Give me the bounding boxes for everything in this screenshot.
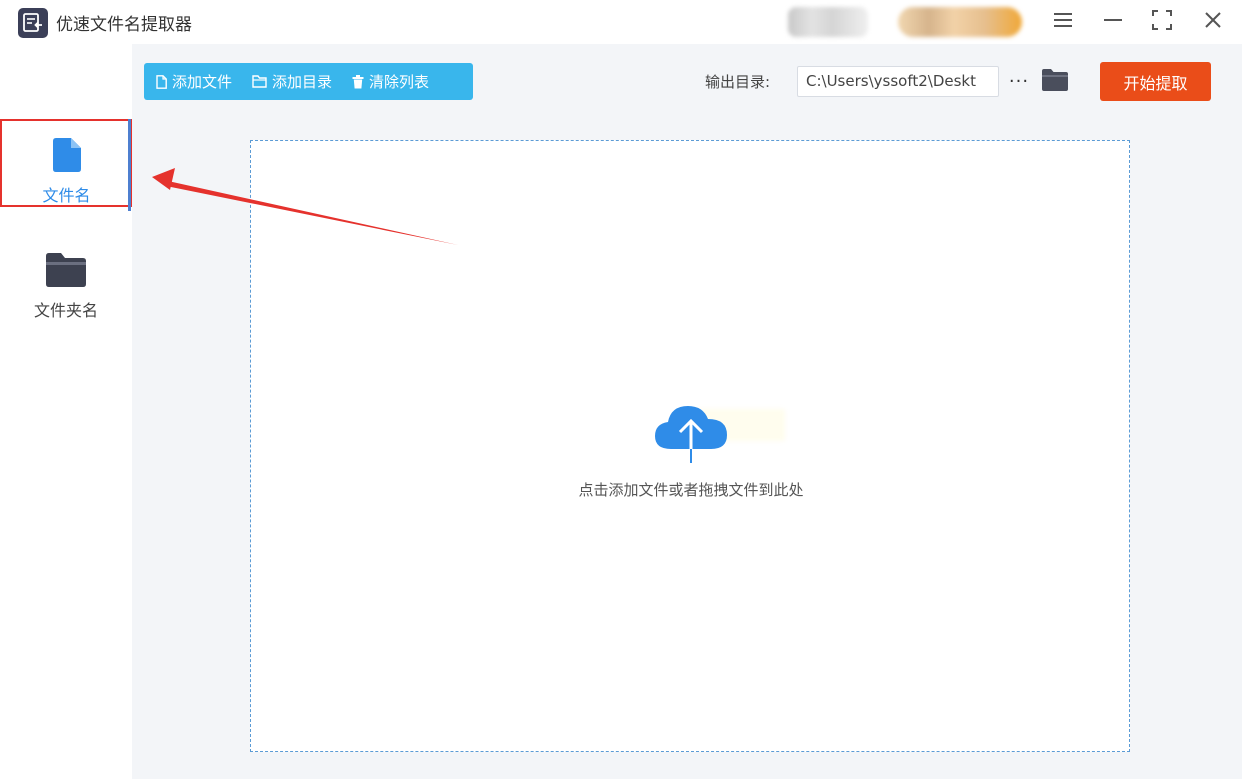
start-extract-button[interactable]: 开始提取	[1100, 62, 1211, 101]
sidebar: 文件名 文件夹名	[0, 44, 133, 779]
menu-icon[interactable]	[1047, 6, 1079, 34]
add-dir-icon	[252, 75, 267, 88]
add-file-icon	[156, 74, 167, 89]
output-dir-input[interactable]: C:\Users\yssoft2\Deskt	[797, 66, 999, 97]
clear-list-button[interactable]: 清除列表	[352, 71, 429, 92]
clear-list-label: 清除列表	[369, 73, 430, 91]
file-action-group: 添加文件 添加目录 清除列表	[144, 63, 473, 100]
sidebar-item-foldername[interactable]: 文件夹名	[0, 248, 132, 336]
sidebar-item-label: 文件夹名	[33, 301, 98, 320]
close-icon[interactable]	[1197, 6, 1229, 34]
folder-icon	[0, 253, 132, 291]
sidebar-item-filename[interactable]: 文件名	[0, 119, 133, 207]
add-dir-label: 添加目录	[272, 73, 333, 91]
add-file-label: 添加文件	[172, 73, 233, 91]
open-folder-icon[interactable]	[1042, 69, 1068, 93]
file-drop-zone[interactable]: 点击添加文件或者拖拽文件到此处	[250, 140, 1130, 752]
title-bar: 优速文件名提取器	[0, 0, 1242, 44]
app-title: 优速文件名提取器	[56, 15, 192, 35]
browse-more-button[interactable]: ···	[1006, 66, 1032, 96]
drop-hint-text: 点击添加文件或者拖拽文件到此处	[578, 481, 804, 499]
account-badge[interactable]	[898, 7, 1022, 37]
output-dir-label: 输出目录:	[705, 73, 771, 91]
sidebar-item-label: 文件名	[42, 186, 91, 205]
maximize-icon[interactable]	[1146, 6, 1178, 34]
add-file-button[interactable]: 添加文件	[156, 71, 232, 92]
main-panel: 添加文件 添加目录 清除列表 输出目录: C:\Users\yssoft2\De…	[132, 44, 1242, 779]
file-icon	[2, 138, 131, 176]
app-logo-icon	[18, 8, 48, 38]
cloud-upload-icon	[653, 399, 729, 469]
trash-icon	[352, 74, 364, 88]
minimize-icon[interactable]	[1097, 6, 1129, 34]
add-dir-button[interactable]: 添加目录	[252, 71, 332, 92]
avatar[interactable]	[788, 7, 868, 37]
active-indicator	[128, 119, 131, 211]
